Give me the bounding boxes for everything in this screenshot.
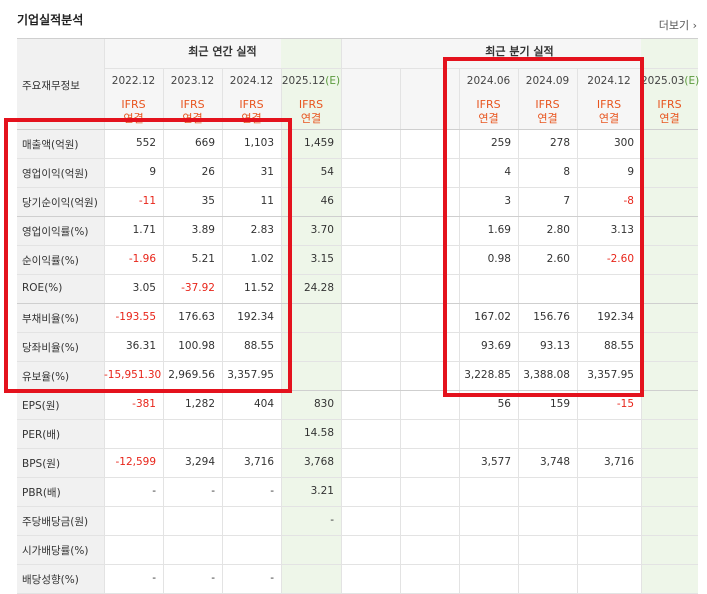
- table-cell: 56: [497, 398, 511, 410]
- column-divider: [341, 38, 342, 594]
- row-label: PER(배): [22, 429, 61, 441]
- table-cell: -: [211, 485, 215, 497]
- header-col-label: 주요재무정보: [22, 80, 80, 92]
- ifrs-line1: IFRS: [239, 98, 264, 111]
- annual-group-title: 최근 연간 실적: [188, 45, 257, 58]
- row-divider: [17, 448, 698, 449]
- estimate-mark: (E): [325, 75, 341, 87]
- table-cell: 3,716: [243, 456, 274, 468]
- table-cell: 3,768: [303, 456, 334, 468]
- table-cell: -12,599: [115, 456, 156, 468]
- table-cell: -15: [616, 398, 634, 410]
- period-header: 2022.12: [111, 75, 156, 87]
- table-cell: 3,294: [184, 456, 215, 468]
- row-divider: [17, 477, 698, 478]
- row-label: 주당배당금(원): [22, 516, 89, 528]
- more-link-label: 더보기: [658, 19, 690, 32]
- period-header: 2024.12: [229, 75, 274, 87]
- table-cell: 14.58: [303, 427, 334, 439]
- section-title: 기업실적분석: [17, 13, 84, 27]
- row-label: BPS(원): [22, 458, 61, 470]
- row-label: 배당성향(%): [22, 574, 79, 586]
- table-cell: -: [152, 485, 156, 497]
- column-divider: [400, 68, 401, 594]
- row-label: EPS(원): [22, 400, 60, 412]
- table-cell: -: [330, 514, 334, 526]
- table-cell: 3,716: [603, 456, 634, 468]
- row-label: 시가배당률(%): [22, 545, 89, 557]
- highlight-box-quarter: [443, 57, 644, 397]
- table-top-border: [17, 38, 698, 39]
- ifrs-line1: IFRS: [298, 98, 324, 111]
- table-cell: -: [270, 572, 274, 584]
- row-label: PBR(배): [22, 487, 61, 499]
- ifrs-line1: IFRS: [121, 98, 146, 111]
- table-cell: -381: [132, 398, 156, 410]
- table-cell: 159: [549, 398, 570, 410]
- table-cell: -: [211, 572, 215, 584]
- row-divider: [17, 506, 698, 507]
- table-cell: -: [152, 572, 156, 584]
- ifrs-label: IFRS 연결: [641, 98, 698, 126]
- period-header: 2023.12: [170, 75, 215, 87]
- estimate-mark: (E): [684, 75, 700, 87]
- row-divider: [17, 419, 698, 420]
- table-cell: 3.21: [310, 485, 334, 497]
- row-divider: [17, 535, 698, 536]
- ifrs-line1: IFRS: [657, 98, 682, 111]
- ifrs-line1: IFRS: [180, 98, 205, 111]
- table-cell: 3,577: [480, 456, 511, 468]
- ifrs-line2: 연결: [659, 112, 680, 125]
- period-header: 2025.12(E): [281, 75, 341, 87]
- table-cell: 830: [313, 398, 334, 410]
- highlight-box-annual: [4, 118, 292, 393]
- row-divider: [17, 564, 698, 565]
- table-cell: 3,748: [539, 456, 570, 468]
- chevron-right-icon: ›: [692, 19, 697, 32]
- table-cell: 1,282: [184, 398, 215, 410]
- period-header: 2025.03(E): [641, 75, 700, 87]
- table-cell: -: [270, 485, 274, 497]
- more-link[interactable]: 더보기 ›: [659, 17, 697, 33]
- table-cell: 404: [253, 398, 274, 410]
